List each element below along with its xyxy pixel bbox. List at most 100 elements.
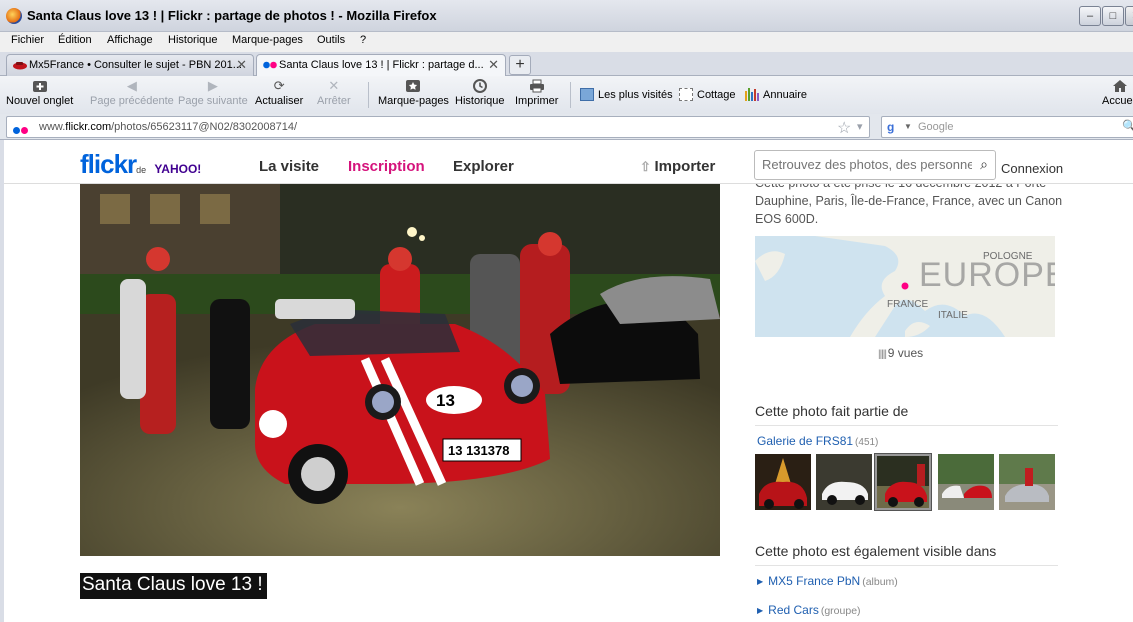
bookmark-star-icon[interactable]: ☆ <box>837 118 851 138</box>
site-favicon <box>13 123 29 137</box>
close-tab-icon[interactable]: ✕ <box>488 57 499 73</box>
gallery-thumbnail[interactable] <box>755 454 811 510</box>
close-window-button[interactable]: ✕ <box>1125 6 1133 26</box>
reload-button[interactable]: ⟳ Actualiser <box>255 78 304 108</box>
minimize-button[interactable]: – <box>1079 6 1101 26</box>
back-button[interactable]: ◀ Page précédente <box>90 78 174 108</box>
annuaire-label: Annuaire <box>763 89 808 101</box>
most-visited-label: Les plus visités <box>598 89 673 101</box>
window-title: Santa Claus love 13 ! | Flickr : partage… <box>27 8 437 23</box>
bookmarks-label: Marque-pages <box>378 95 449 107</box>
gallery-thumbnail[interactable] <box>999 454 1055 510</box>
map-label-pologne: POLOGNE <box>983 251 1033 262</box>
nav-explorer[interactable]: Explorer <box>453 158 514 175</box>
new-tab-toolbar-button[interactable]: Nouvel onglet <box>6 79 73 107</box>
album-link-mx5-france-pbn[interactable]: ▶ MX5 France PbN (album) <box>757 574 898 588</box>
menu-fichier[interactable]: Fichier <box>11 34 44 46</box>
triangle-right-icon: ▶ <box>757 577 764 586</box>
stop-label: Arrêter <box>317 95 351 107</box>
search-engine-box[interactable]: g ▼ Google 🔍 <box>881 116 1133 138</box>
close-tab-icon[interactable]: ✕ <box>236 57 247 73</box>
new-tab-icon <box>32 79 48 93</box>
group-link-red-cars[interactable]: ▶ Red Cars (groupe) <box>757 603 861 617</box>
also-visible-heading: Cette photo est également visible dans <box>755 543 997 559</box>
photo-title: Santa Claus love 13 ! <box>80 573 267 599</box>
back-arrow-icon: ◀ <box>126 78 137 93</box>
stop-icon: ✕ <box>328 78 340 93</box>
cottage-page-icon <box>679 88 693 101</box>
flickr-header: flickr​de YAHOO! La visite Inscription E… <box>4 140 1133 184</box>
views-bars-icon: ||||| <box>878 349 888 360</box>
new-tab-label: Nouvel onglet <box>6 95 74 107</box>
bookmarks-button[interactable]: Marque-pages <box>378 79 449 107</box>
upload-arrow-icon: ⇧ <box>640 159 655 174</box>
map-label-italie: ITALIE <box>938 310 968 321</box>
menu-aide[interactable]: ? <box>360 34 366 46</box>
reload-icon: ⟳ <box>273 78 285 93</box>
address-row: www.flickr.com/photos/65623117@N02/83020… <box>0 114 1133 140</box>
toolbar-separator <box>368 82 369 108</box>
stop-button[interactable]: ✕ Arrêter <box>317 78 351 108</box>
back-label: Page précédente <box>90 95 174 107</box>
home-label: Accueil <box>1102 95 1133 107</box>
nav-la-visite[interactable]: La visite <box>259 158 319 175</box>
maximize-button[interactable]: □ <box>1102 6 1124 26</box>
new-tab-button[interactable]: + <box>509 55 531 75</box>
history-clock-icon <box>472 79 488 93</box>
triangle-right-icon: ▶ <box>757 606 764 615</box>
tab-flickr[interactable]: Santa Claus love 13 ! | Flickr : partage… <box>256 54 506 77</box>
home-button[interactable]: Accueil <box>1102 79 1133 107</box>
google-icon[interactable]: g <box>887 120 901 134</box>
menu-affichage[interactable]: Affichage <box>107 34 153 46</box>
print-label: Imprimer <box>515 95 559 107</box>
menu-bar: Fichier Édition Affichage Historique Mar… <box>0 32 1133 52</box>
connexion-link[interactable]: Connexion <box>1001 161 1063 176</box>
search-icon[interactable]: 🔍 <box>1122 119 1133 133</box>
home-icon <box>1112 79 1128 93</box>
flickr-search[interactable]: ⌕ <box>754 150 996 180</box>
menu-outils[interactable]: Outils <box>317 34 345 46</box>
tab-mx5france[interactable]: Mx5France • Consulter le sujet - PBN 201… <box>6 54 254 76</box>
gallery-thumbnail[interactable] <box>816 454 872 510</box>
bookmark-most-visited[interactable]: Les plus visités <box>580 88 673 101</box>
forward-arrow-icon: ▶ <box>207 78 218 93</box>
engine-dropdown-icon[interactable]: ▼ <box>904 122 912 131</box>
address-bar[interactable]: www.flickr.com/photos/65623117@N02/83020… <box>6 116 870 138</box>
web-page: flickr​de YAHOO! La visite Inscription E… <box>4 140 1133 622</box>
location-map[interactable]: EUROPE POLOGNE FRANCE ITALIE <box>755 236 1055 337</box>
tab-label: Santa Claus love 13 ! | Flickr : partage… <box>279 59 484 71</box>
printer-icon <box>529 79 545 93</box>
most-visited-icon <box>580 88 594 101</box>
search-icon[interactable]: ⌕ <box>980 156 988 173</box>
address-url[interactable]: www.flickr.com/photos/65623117@N02/83020… <box>39 121 297 133</box>
flickr-search-input[interactable] <box>762 157 972 172</box>
main-photo[interactable]: 13 13 131378 <box>80 184 720 556</box>
forward-button[interactable]: ▶ Page suivante <box>178 78 248 108</box>
dropdown-arrow-icon[interactable]: ▾ <box>857 120 863 133</box>
cottage-label: Cottage <box>697 89 736 101</box>
tab-bar: Mx5France • Consulter le sujet - PBN 201… <box>0 52 1133 77</box>
race-number: 13 <box>436 391 455 410</box>
toolbar-separator <box>570 82 571 108</box>
menu-edition[interactable]: Édition <box>58 34 92 46</box>
gallery-thumbnail-current[interactable] <box>874 453 932 511</box>
nav-inscription[interactable]: Inscription <box>348 158 425 175</box>
license-plate: 13 131378 <box>448 443 509 458</box>
history-button[interactable]: Historique <box>455 79 505 107</box>
tab-label: Mx5France • Consulter le sujet - PBN 201… <box>29 59 242 71</box>
gallery-link[interactable]: Galerie de FRS81 (451) <box>757 434 878 448</box>
photo-image: 13 13 131378 <box>80 184 720 556</box>
search-engine-placeholder: Google <box>918 121 954 133</box>
window-titlebar: Santa Claus love 13 ! | Flickr : partage… <box>0 0 1133 32</box>
divider <box>755 425 1058 426</box>
bookmark-annuaire[interactable]: Annuaire <box>745 88 807 101</box>
nav-importer[interactable]: ⇧ Importer <box>640 158 715 175</box>
gallery-thumbnail[interactable] <box>938 454 994 510</box>
map-label-france: FRANCE <box>887 299 929 310</box>
bookmark-cottage[interactable]: Cottage <box>679 88 736 101</box>
reload-label: Actualiser <box>255 95 304 107</box>
flickr-logo[interactable]: flickr​de YAHOO! <box>80 149 201 180</box>
print-button[interactable]: Imprimer <box>515 79 558 107</box>
menu-historique[interactable]: Historique <box>168 34 218 46</box>
menu-marque-pages[interactable]: Marque-pages <box>232 34 303 46</box>
